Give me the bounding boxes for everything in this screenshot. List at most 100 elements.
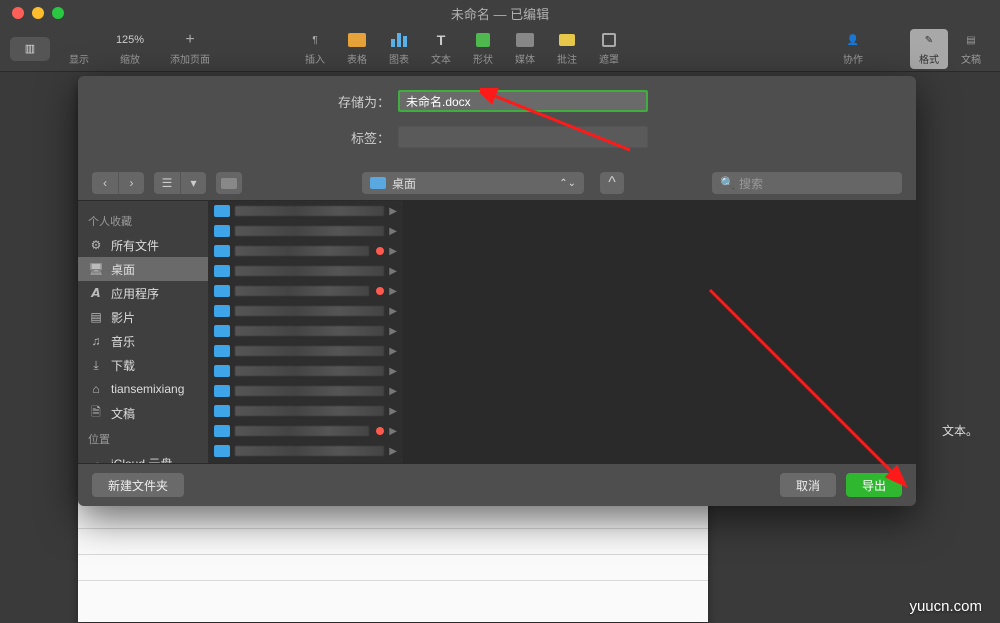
folder-icon <box>214 245 230 257</box>
finder-sidebar: 个人收藏 ⚙︎所有文件 🖥 桌面 𝘼 应用程序 ▤影片♫音乐⤓下载 ⌂ tiansemixia… <box>78 201 208 463</box>
sidebar-item-label: tiansemixiang <box>111 382 184 396</box>
search-icon: 🔍 <box>720 176 735 190</box>
file-row[interactable]: ▶ <box>208 441 403 461</box>
chart-button[interactable]: 图表 <box>380 29 418 69</box>
file-preview-column <box>403 201 916 463</box>
new-folder-button[interactable]: 新建文件夹 <box>92 473 184 497</box>
cancel-button[interactable]: 取消 <box>780 473 836 497</box>
file-row[interactable]: ▶ <box>208 461 403 463</box>
collaborate-button[interactable]: 👤 协作 <box>834 29 872 69</box>
mask-button[interactable]: 遮罩 <box>590 29 628 69</box>
file-row[interactable]: ▶ <box>208 381 403 401</box>
view-button[interactable]: 显示 <box>60 29 98 69</box>
media-button[interactable]: 媒体 <box>506 29 544 69</box>
sidebar-item-gear[interactable]: ⚙︎所有文件 <box>78 233 208 257</box>
file-row[interactable]: ▶ <box>208 341 403 361</box>
sidebar-item-film[interactable]: ▤影片 <box>78 305 208 329</box>
file-row[interactable]: ▶ <box>208 261 403 281</box>
document-icon: ▤ <box>961 31 981 49</box>
format-button[interactable]: ✎ 格式 <box>910 29 948 69</box>
file-row[interactable]: ▶ <box>208 201 403 221</box>
text-icon: T <box>431 31 451 49</box>
folder-group-button[interactable] <box>216 172 242 194</box>
shape-button[interactable]: 形状 <box>464 29 502 69</box>
insert-button[interactable]: ¶ 插入 <box>296 29 334 69</box>
file-name-redacted <box>235 386 384 396</box>
file-row[interactable]: ▶ <box>208 281 403 301</box>
file-row[interactable]: ▶ <box>208 221 403 241</box>
chevron-right-icon: ▶ <box>389 226 397 237</box>
tag-dot-icon <box>376 247 384 255</box>
favorites-header: 个人收藏 <box>78 207 208 233</box>
dialog-footer: 新建文件夹 取消 导出 <box>78 464 916 506</box>
home-icon: ⌂ <box>88 382 104 396</box>
file-name-redacted <box>235 366 384 376</box>
zoom-value: 125% <box>120 31 140 49</box>
collapse-button[interactable]: ^ <box>600 172 624 194</box>
back-button[interactable]: ‹ <box>92 172 118 194</box>
sidebar-item-label: 桌面 <box>111 261 135 278</box>
file-column[interactable]: ▶▶▶▶▶▶▶▶▶▶▶▶▶▶ <box>208 201 403 463</box>
nav-back-forward: ‹ › <box>92 172 144 194</box>
folder-icon <box>214 265 230 277</box>
column-view-button[interactable]: ☰ <box>154 172 180 194</box>
sidebar-item-home[interactable]: ⌂ tiansemixiang <box>78 377 208 401</box>
apps-icon: 𝘼 <box>88 286 104 300</box>
folder-icon <box>216 172 242 194</box>
window-title: 未命名 — 已编辑 <box>451 4 549 23</box>
comment-button[interactable]: 批注 <box>548 29 586 69</box>
chevron-right-icon: ▶ <box>389 266 397 277</box>
file-name-redacted <box>235 446 384 456</box>
file-name-redacted <box>235 286 369 296</box>
paragraph-icon: ¶ <box>305 31 325 49</box>
file-row[interactable]: ▶ <box>208 421 403 441</box>
file-name-redacted <box>235 206 384 216</box>
table-button[interactable]: 表格 <box>338 29 376 69</box>
plus-icon: + <box>180 31 200 49</box>
sidebar-item-label: 所有文件 <box>111 237 159 254</box>
chevron-right-icon: ▶ <box>389 366 397 377</box>
view-mode-button[interactable]: ▥ <box>10 37 50 61</box>
export-button[interactable]: 导出 <box>846 473 902 497</box>
sidebar-item-label: iCloud 云盘 <box>111 455 172 464</box>
table-icon <box>347 31 367 49</box>
chevron-right-icon: ▶ <box>389 426 397 437</box>
doc-icon: 🗎 <box>88 406 104 420</box>
file-row[interactable]: ▶ <box>208 241 403 261</box>
close-window-button[interactable] <box>12 7 24 19</box>
view-dropdown-button[interactable]: ▾ <box>180 172 206 194</box>
sidebar-item-download[interactable]: ⤓下载 <box>78 353 208 377</box>
tags-input[interactable] <box>398 126 648 148</box>
inspector-hint: 文本。 <box>942 422 978 439</box>
sidebar-location-cloud[interactable]: ☁︎ iCloud 云盘 <box>78 451 208 463</box>
chart-icon <box>389 31 409 49</box>
zoom-button[interactable]: 125% 缩放 <box>102 29 158 69</box>
chevron-right-icon: ▶ <box>389 406 397 417</box>
text-button[interactable]: T 文本 <box>422 29 460 69</box>
file-name-redacted <box>235 246 369 256</box>
sidebar-item-music[interactable]: ♫音乐 <box>78 329 208 353</box>
sidebar-item-doc[interactable]: 🗎文稿 <box>78 401 208 425</box>
file-row[interactable]: ▶ <box>208 301 403 321</box>
sidebar-item-label: 音乐 <box>111 333 135 350</box>
file-name-redacted <box>235 346 384 356</box>
cloud-icon: ☁︎ <box>88 456 104 463</box>
file-name-redacted <box>235 266 384 276</box>
desktop-icon: 🖥 <box>88 262 104 276</box>
location-dropdown[interactable]: 桌面 ⌃⌄ <box>362 172 584 194</box>
fullscreen-window-button[interactable] <box>52 7 64 19</box>
file-row[interactable]: ▶ <box>208 321 403 341</box>
document-button[interactable]: ▤ 文稿 <box>952 29 990 69</box>
add-page-button[interactable]: + 添加页面 <box>162 29 218 69</box>
forward-button[interactable]: › <box>118 172 144 194</box>
filename-input[interactable] <box>398 90 648 112</box>
chevron-right-icon: ▶ <box>389 446 397 457</box>
sidebar-item-apps[interactable]: 𝘼 应用程序 <box>78 281 208 305</box>
file-row[interactable]: ▶ <box>208 361 403 381</box>
search-input[interactable]: 🔍 搜索 <box>712 172 902 194</box>
folder-icon <box>214 325 230 337</box>
minimize-window-button[interactable] <box>32 7 44 19</box>
sidebar-item-desktop[interactable]: 🖥 桌面 <box>78 257 208 281</box>
sidebar-item-label: 应用程序 <box>111 285 159 302</box>
file-row[interactable]: ▶ <box>208 401 403 421</box>
